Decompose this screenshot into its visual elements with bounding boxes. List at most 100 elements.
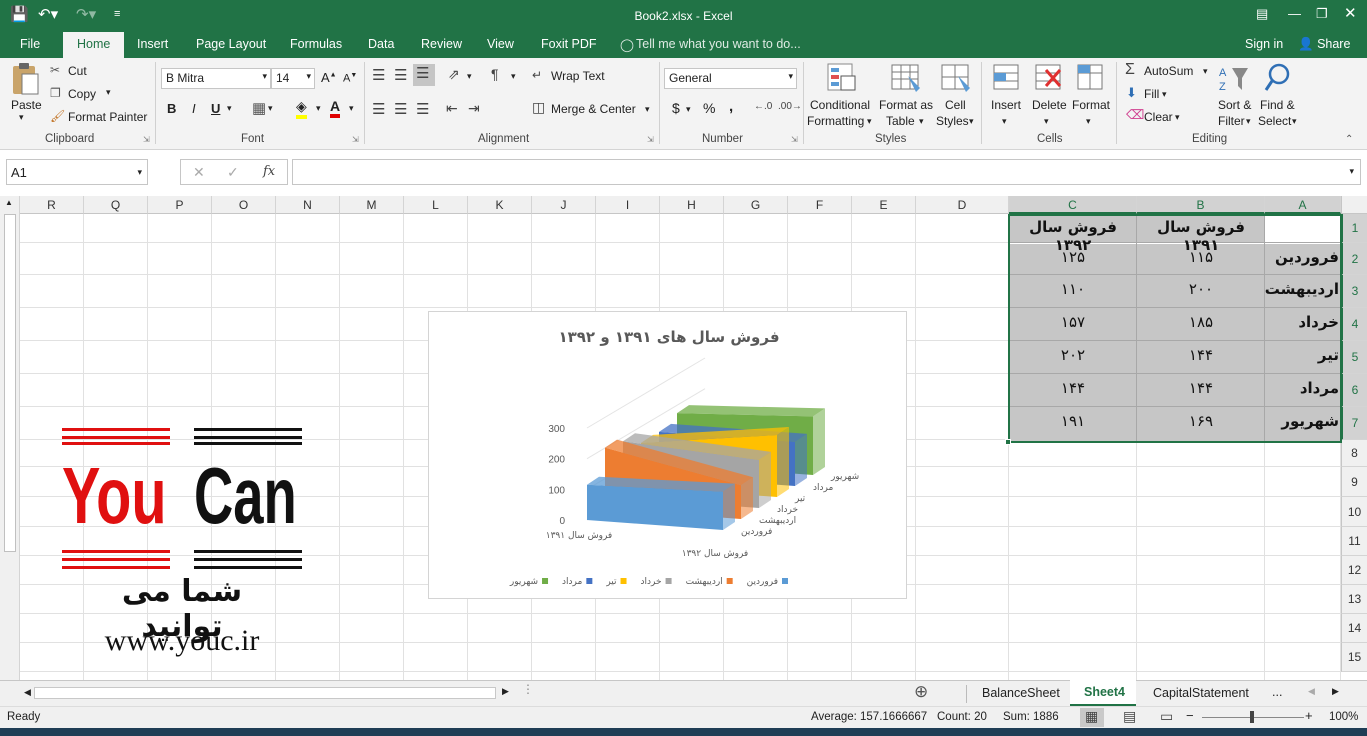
orientation-icon[interactable]: ⇗ bbox=[448, 66, 460, 83]
filter-dropdown-icon[interactable]: ▾ bbox=[1246, 116, 1251, 127]
find-select-icon[interactable] bbox=[1264, 62, 1294, 94]
row-header-7[interactable]: 7 bbox=[1341, 407, 1367, 440]
font-size-select[interactable]: 14 ▾ bbox=[271, 68, 315, 89]
column-header-b[interactable]: B bbox=[1137, 196, 1265, 214]
cell-value-1392[interactable]: ۱۹۱ bbox=[1009, 412, 1137, 430]
column-header-c[interactable]: C bbox=[1009, 196, 1137, 214]
clear-button[interactable]: Clear bbox=[1144, 110, 1173, 124]
tab-foxit-pdf[interactable]: Foxit PDF bbox=[541, 37, 597, 51]
alignment-launcher-icon[interactable]: ⇲ bbox=[647, 135, 654, 144]
column-header-f[interactable]: F bbox=[788, 196, 852, 214]
tab-data[interactable]: Data bbox=[368, 37, 394, 51]
decrease-decimal-icon[interactable]: .00→ bbox=[778, 101, 802, 112]
font-launcher-icon[interactable]: ⇲ bbox=[352, 135, 359, 144]
expand-formula-icon[interactable]: ▾ bbox=[1349, 166, 1354, 177]
sheet-tab-capitalstatement[interactable]: CapitalStatement bbox=[1153, 686, 1249, 700]
paste-icon[interactable] bbox=[10, 62, 40, 96]
column-header-m[interactable]: M bbox=[340, 196, 404, 214]
cell-label[interactable]: Cell bbox=[945, 98, 966, 112]
merge-dropdown-icon[interactable]: ▾ bbox=[645, 104, 650, 115]
row-header-14[interactable]: 14 bbox=[1341, 614, 1367, 643]
select-label[interactable]: Select bbox=[1258, 114, 1291, 128]
row-header-6[interactable]: 6 bbox=[1341, 374, 1367, 407]
tell-me-input[interactable]: Tell me what you want to do... bbox=[636, 37, 801, 51]
row-header-3[interactable]: 3 bbox=[1341, 275, 1367, 308]
cell-styles-dropdown-icon[interactable]: ▾ bbox=[969, 116, 974, 127]
zoom-out-icon[interactable]: − bbox=[1186, 708, 1194, 723]
autosum-button[interactable]: AutoSum bbox=[1144, 64, 1193, 78]
bold-button[interactable]: B bbox=[167, 101, 176, 116]
number-format-select[interactable]: General ▾ bbox=[664, 68, 797, 89]
scroll-left-icon[interactable]: ◀ bbox=[24, 687, 31, 698]
column-header-n[interactable]: N bbox=[276, 196, 340, 214]
name-box[interactable]: A1 ▾ bbox=[6, 159, 148, 185]
format-as-table-icon[interactable] bbox=[890, 62, 922, 94]
cell-value-1392[interactable]: ۲۰۲ bbox=[1009, 346, 1137, 364]
comma-button[interactable]: , bbox=[729, 98, 733, 115]
scroll-thumb[interactable] bbox=[4, 214, 16, 552]
clear-dropdown-icon[interactable]: ▾ bbox=[1175, 112, 1180, 123]
font-color-dropdown-icon[interactable]: ▾ bbox=[349, 103, 354, 114]
wrap-text-button[interactable]: Wrap Text bbox=[551, 69, 605, 83]
tab-insert[interactable]: Insert bbox=[137, 37, 168, 51]
align-top-icon[interactable]: ☰ bbox=[372, 66, 385, 84]
cell-styles-icon[interactable] bbox=[940, 62, 972, 94]
fill-button[interactable]: Fill bbox=[1144, 87, 1159, 101]
insert-dropdown-icon[interactable]: ▾ bbox=[1002, 116, 1007, 127]
maximize-icon[interactable]: ❐ bbox=[1316, 6, 1328, 22]
increase-font-icon[interactable]: A▲ bbox=[321, 70, 337, 85]
align-bottom-icon[interactable]: ☰ bbox=[413, 64, 435, 86]
column-header-r[interactable]: R bbox=[20, 196, 84, 214]
sort-label[interactable]: Sort & bbox=[1218, 98, 1251, 112]
row-header-13[interactable]: 13 bbox=[1341, 585, 1367, 614]
fill-handle[interactable] bbox=[1005, 439, 1011, 445]
column-header-d[interactable]: D bbox=[916, 196, 1009, 214]
column-header-j[interactable]: J bbox=[532, 196, 596, 214]
align-left-icon[interactable]: ☰ bbox=[372, 100, 385, 118]
increase-decimal-icon[interactable]: ←.0 bbox=[754, 101, 772, 112]
underline-button[interactable]: U bbox=[211, 101, 220, 116]
cell-value-1391[interactable]: ۱۸۵ bbox=[1137, 313, 1265, 331]
page-layout-view-icon[interactable]: ▤ bbox=[1123, 708, 1136, 725]
currency-dropdown-icon[interactable]: ▾ bbox=[686, 104, 691, 115]
tab-formulas[interactable]: Formulas bbox=[290, 37, 342, 51]
row-header-1[interactable]: 1 bbox=[1341, 214, 1367, 243]
split-handle-icon[interactable]: ⋮ bbox=[522, 682, 534, 696]
close-icon[interactable]: ✕ bbox=[1344, 4, 1357, 22]
sign-in-link[interactable]: Sign in bbox=[1245, 37, 1283, 51]
next-sheet-icon[interactable]: ▶ bbox=[1332, 686, 1339, 697]
cell-value-1391[interactable]: ۱۶۹ bbox=[1137, 412, 1265, 430]
copy-dropdown-icon[interactable]: ▾ bbox=[106, 87, 111, 98]
italic-button[interactable]: I bbox=[192, 101, 196, 116]
vertical-scrollbar[interactable]: ▲ bbox=[0, 196, 20, 680]
delete-dropdown-icon[interactable]: ▾ bbox=[1044, 116, 1049, 127]
cell-value-1391[interactable]: ۱۴۴ bbox=[1137, 346, 1265, 364]
find-label[interactable]: Find & bbox=[1260, 98, 1295, 112]
format-dropdown-icon[interactable]: ▾ bbox=[1086, 116, 1091, 127]
zoom-level[interactable]: 100% bbox=[1329, 711, 1358, 723]
column-header-e[interactable]: E bbox=[852, 196, 916, 214]
cell-month[interactable]: تیر bbox=[1267, 346, 1339, 364]
paste-dropdown-icon[interactable]: ▾ bbox=[19, 112, 24, 123]
cell-value-1392[interactable]: ۱۵۷ bbox=[1009, 313, 1137, 331]
merge-center-button[interactable]: Merge & Center bbox=[551, 102, 636, 116]
increase-indent-icon[interactable]: ⇥ bbox=[468, 100, 480, 117]
align-center-icon[interactable]: ☰ bbox=[394, 100, 407, 118]
cell-month[interactable]: شهریور bbox=[1267, 412, 1339, 430]
insert-cells-icon[interactable] bbox=[992, 62, 1022, 94]
tab-home[interactable]: Home bbox=[63, 32, 125, 58]
horizontal-scrollbar[interactable] bbox=[34, 687, 496, 699]
cell-value-1392[interactable]: ۱۴۴ bbox=[1009, 379, 1137, 397]
column-header-g[interactable]: G bbox=[724, 196, 788, 214]
percent-button[interactable]: % bbox=[703, 100, 715, 116]
delete-cells-icon[interactable] bbox=[1034, 62, 1064, 94]
cell-styles-label[interactable]: Styles bbox=[936, 114, 969, 128]
table-dropdown-icon[interactable]: ▾ bbox=[919, 116, 924, 127]
cell-value-1392[interactable]: ۱۲۵ bbox=[1009, 248, 1137, 266]
table-label[interactable]: Table bbox=[886, 114, 915, 128]
autosum-dropdown-icon[interactable]: ▾ bbox=[1203, 66, 1208, 77]
cut-button[interactable]: Cut bbox=[68, 64, 87, 78]
copy-button[interactable]: Copy bbox=[68, 87, 96, 101]
cell-month[interactable]: مرداد bbox=[1267, 379, 1339, 397]
column-header-q[interactable]: Q bbox=[84, 196, 148, 214]
